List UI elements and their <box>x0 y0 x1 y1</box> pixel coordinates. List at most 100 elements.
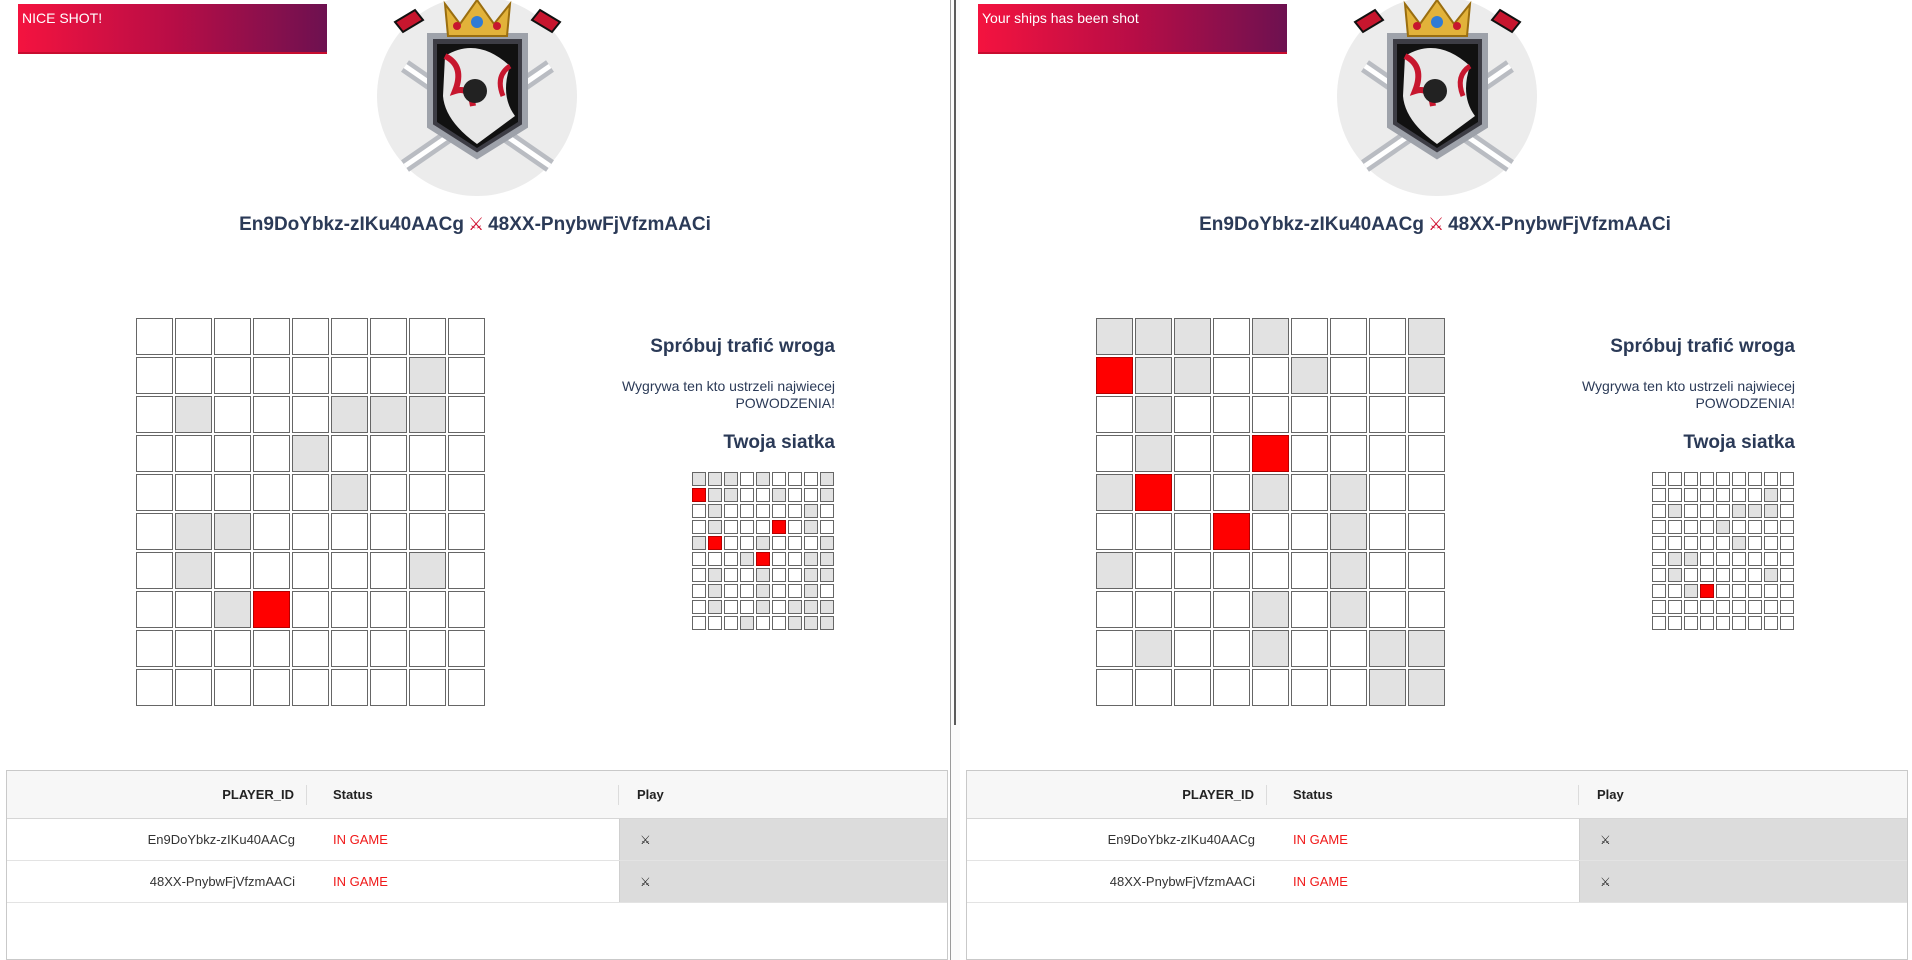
column-header-status[interactable]: Status <box>307 784 619 805</box>
board-cell[interactable] <box>1369 591 1406 628</box>
board-cell[interactable] <box>409 669 446 706</box>
board-cell[interactable] <box>448 591 485 628</box>
board-cell[interactable] <box>448 318 485 355</box>
board-cell[interactable] <box>253 435 290 472</box>
board-cell[interactable] <box>175 669 212 706</box>
board-cell[interactable] <box>448 669 485 706</box>
board-cell-miss[interactable] <box>331 396 368 433</box>
board-cell[interactable] <box>136 513 173 550</box>
board-cell-hit[interactable] <box>253 591 290 628</box>
board-cell[interactable] <box>214 474 251 511</box>
play-button[interactable]: ⚔ <box>619 861 947 902</box>
board-cell[interactable] <box>1213 630 1250 667</box>
board-cell-hit[interactable] <box>1096 357 1133 394</box>
board-cell-miss[interactable] <box>175 396 212 433</box>
board-cell[interactable] <box>1252 552 1289 589</box>
board-cell[interactable] <box>370 318 407 355</box>
board-cell[interactable] <box>1330 630 1367 667</box>
board-cell[interactable] <box>1408 435 1445 472</box>
board-cell-miss[interactable] <box>1369 630 1406 667</box>
board-cell[interactable] <box>370 630 407 667</box>
pane-scrollbar[interactable] <box>950 0 960 960</box>
board-cell[interactable] <box>1213 591 1250 628</box>
board-cell[interactable] <box>1213 396 1250 433</box>
board-cell-miss[interactable] <box>1135 396 1172 433</box>
board-cell-miss[interactable] <box>331 474 368 511</box>
board-cell[interactable] <box>1252 513 1289 550</box>
board-cell-miss[interactable] <box>1252 630 1289 667</box>
column-header-play[interactable]: Play <box>1579 785 1907 805</box>
board-cell[interactable] <box>331 591 368 628</box>
board-cell[interactable] <box>292 513 329 550</box>
board-cell[interactable] <box>214 396 251 433</box>
board-cell[interactable] <box>331 513 368 550</box>
board-cell[interactable] <box>1096 669 1133 706</box>
board-cell[interactable] <box>292 552 329 589</box>
board-cell[interactable] <box>1213 318 1250 355</box>
board-cell[interactable] <box>1369 552 1406 589</box>
board-cell[interactable] <box>253 474 290 511</box>
board-cell-miss[interactable] <box>409 552 446 589</box>
board-cell[interactable] <box>1135 513 1172 550</box>
board-cell-miss[interactable] <box>1252 591 1289 628</box>
board-cell-miss[interactable] <box>1096 474 1133 511</box>
board-cell[interactable] <box>292 474 329 511</box>
board-cell[interactable] <box>1213 435 1250 472</box>
board-cell-miss[interactable] <box>1135 435 1172 472</box>
board-cell[interactable] <box>1291 513 1328 550</box>
board-cell[interactable] <box>136 630 173 667</box>
board-cell[interactable] <box>1252 357 1289 394</box>
board-cell-miss[interactable] <box>1330 591 1367 628</box>
board-cell-miss[interactable] <box>214 513 251 550</box>
board-cell-miss[interactable] <box>175 513 212 550</box>
board-cell[interactable] <box>1330 318 1367 355</box>
board-cell[interactable] <box>331 552 368 589</box>
board-cell-miss[interactable] <box>1174 318 1211 355</box>
board-cell[interactable] <box>292 630 329 667</box>
board-cell[interactable] <box>1291 669 1328 706</box>
board-cell[interactable] <box>136 357 173 394</box>
board-cell[interactable] <box>136 435 173 472</box>
board-cell[interactable] <box>175 474 212 511</box>
board-cell[interactable] <box>292 318 329 355</box>
board-cell[interactable] <box>448 357 485 394</box>
board-cell-hit[interactable] <box>1135 474 1172 511</box>
board-cell[interactable] <box>175 318 212 355</box>
board-cell[interactable] <box>1369 513 1406 550</box>
board-cell[interactable] <box>1291 474 1328 511</box>
board-cell[interactable] <box>1096 630 1133 667</box>
board-cell[interactable] <box>331 318 368 355</box>
board-cell[interactable] <box>1330 669 1367 706</box>
board-cell-miss[interactable] <box>1369 669 1406 706</box>
board-cell[interactable] <box>448 630 485 667</box>
board-cell[interactable] <box>175 591 212 628</box>
board-cell[interactable] <box>214 669 251 706</box>
board-cell[interactable] <box>370 435 407 472</box>
board-cell-miss[interactable] <box>1096 318 1133 355</box>
board-cell[interactable] <box>409 513 446 550</box>
board-cell-miss[interactable] <box>1330 513 1367 550</box>
board-cell[interactable] <box>253 552 290 589</box>
board-cell[interactable] <box>1291 318 1328 355</box>
board-cell-miss[interactable] <box>409 396 446 433</box>
board-cell[interactable] <box>1174 552 1211 589</box>
board-cell[interactable] <box>370 552 407 589</box>
board-cell[interactable] <box>1096 591 1133 628</box>
board-cell[interactable] <box>214 552 251 589</box>
board-cell[interactable] <box>1096 396 1133 433</box>
board-cell[interactable] <box>1291 435 1328 472</box>
board-cell[interactable] <box>1096 513 1133 550</box>
board-cell[interactable] <box>253 669 290 706</box>
board-cell[interactable] <box>1291 630 1328 667</box>
board-cell[interactable] <box>175 357 212 394</box>
board-cell[interactable] <box>1174 474 1211 511</box>
board-cell-miss[interactable] <box>1096 552 1133 589</box>
board-cell-miss[interactable] <box>1174 357 1211 394</box>
board-cell-miss[interactable] <box>1408 318 1445 355</box>
board-cell[interactable] <box>331 630 368 667</box>
board-cell[interactable] <box>1213 357 1250 394</box>
board-cell[interactable] <box>136 552 173 589</box>
board-cell-miss[interactable] <box>370 396 407 433</box>
board-cell-miss[interactable] <box>214 591 251 628</box>
board-cell[interactable] <box>448 435 485 472</box>
